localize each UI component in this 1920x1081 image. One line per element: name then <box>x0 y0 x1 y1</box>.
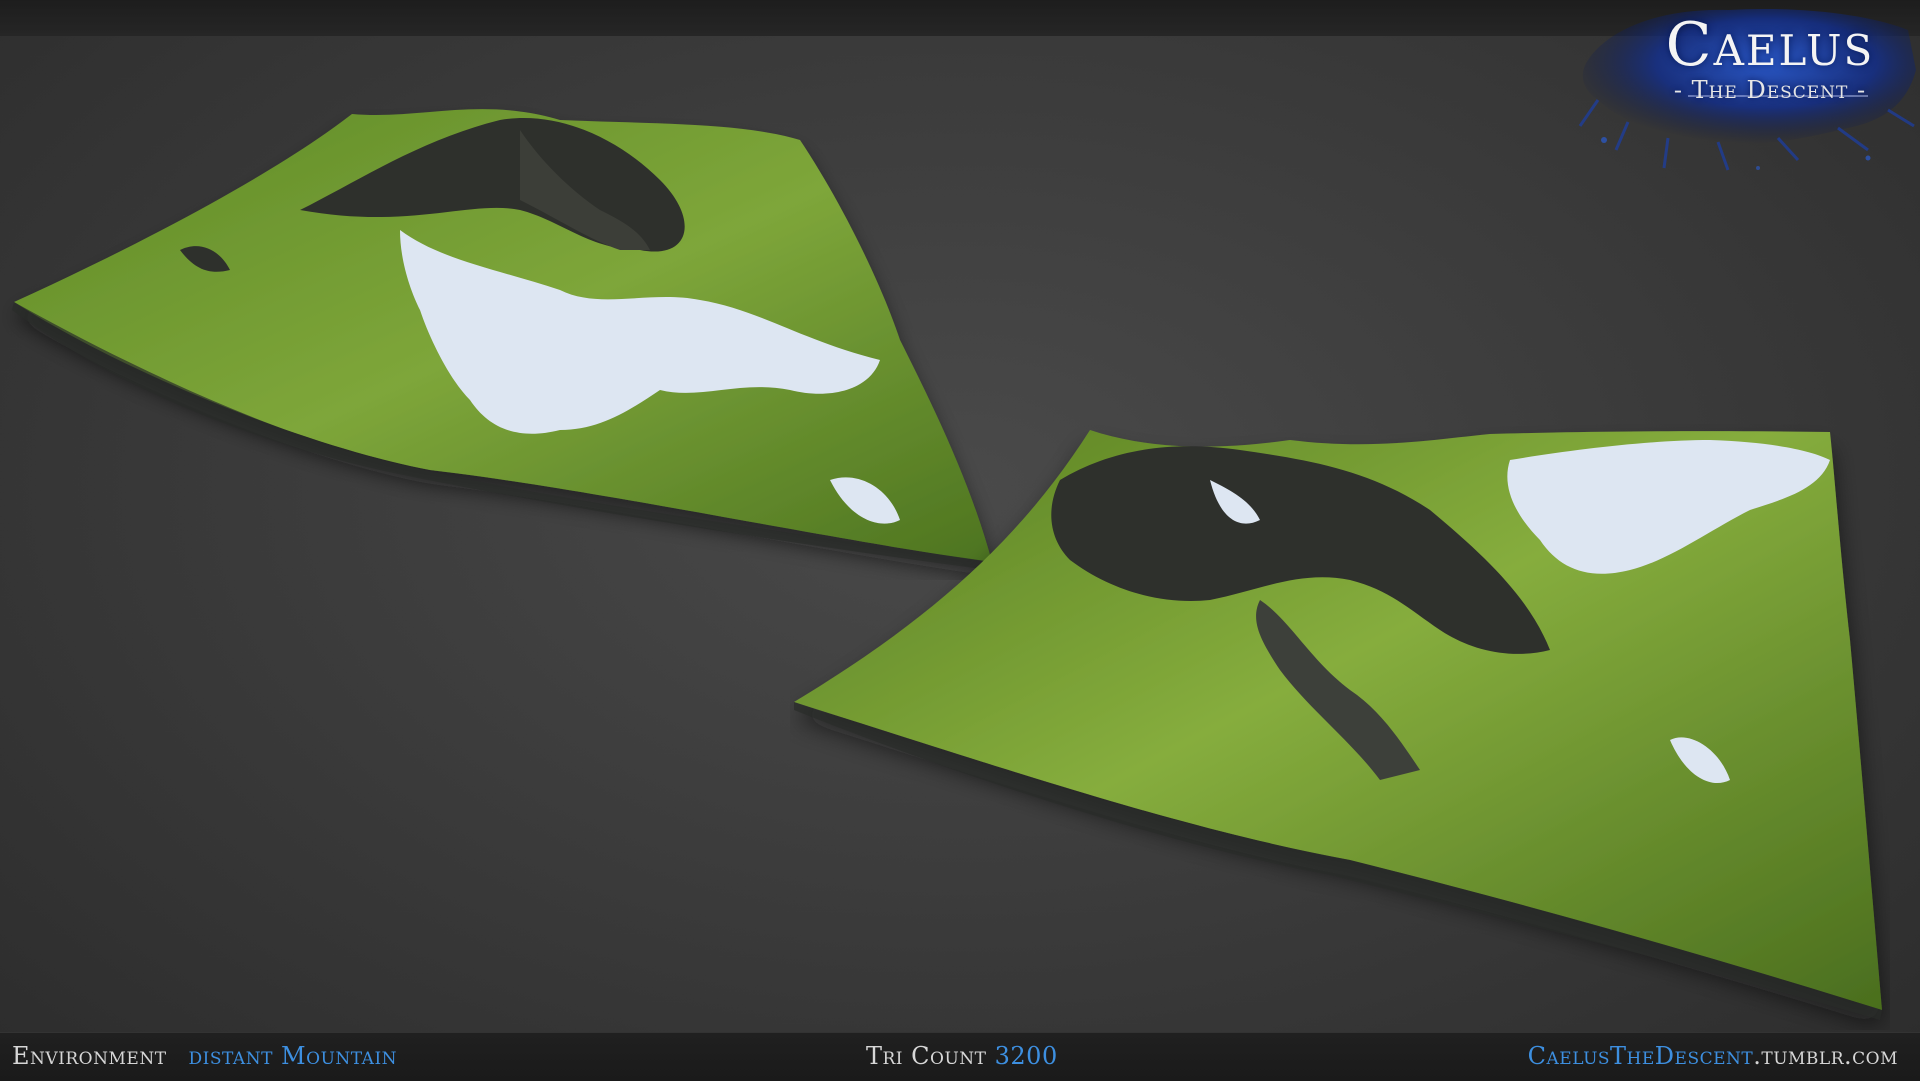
logo-title: Caelus <box>1665 10 1875 80</box>
category-label: Environment <box>12 1042 167 1070</box>
site-domain: .tumblr.com <box>1753 1042 1898 1070</box>
logo-subtitle: - The Descent - <box>1673 76 1867 104</box>
category-value: distant Mountain <box>188 1042 398 1070</box>
tri-count-value: 3200 <box>994 1042 1058 1070</box>
asset-category: Environment distant Mountain <box>12 1041 397 1071</box>
tri-count-label: Tri Count <box>866 1042 987 1070</box>
tri-count: Tri Count 3200 <box>866 1041 1058 1071</box>
terrain-render-right <box>794 430 1882 1020</box>
site-url[interactable]: CaelusTheDescent.tumblr.com <box>1528 1041 1898 1071</box>
site-brand: CaelusTheDescent <box>1527 1042 1754 1070</box>
caelus-logo: Caelus - The Descent - <box>1568 0 1920 180</box>
